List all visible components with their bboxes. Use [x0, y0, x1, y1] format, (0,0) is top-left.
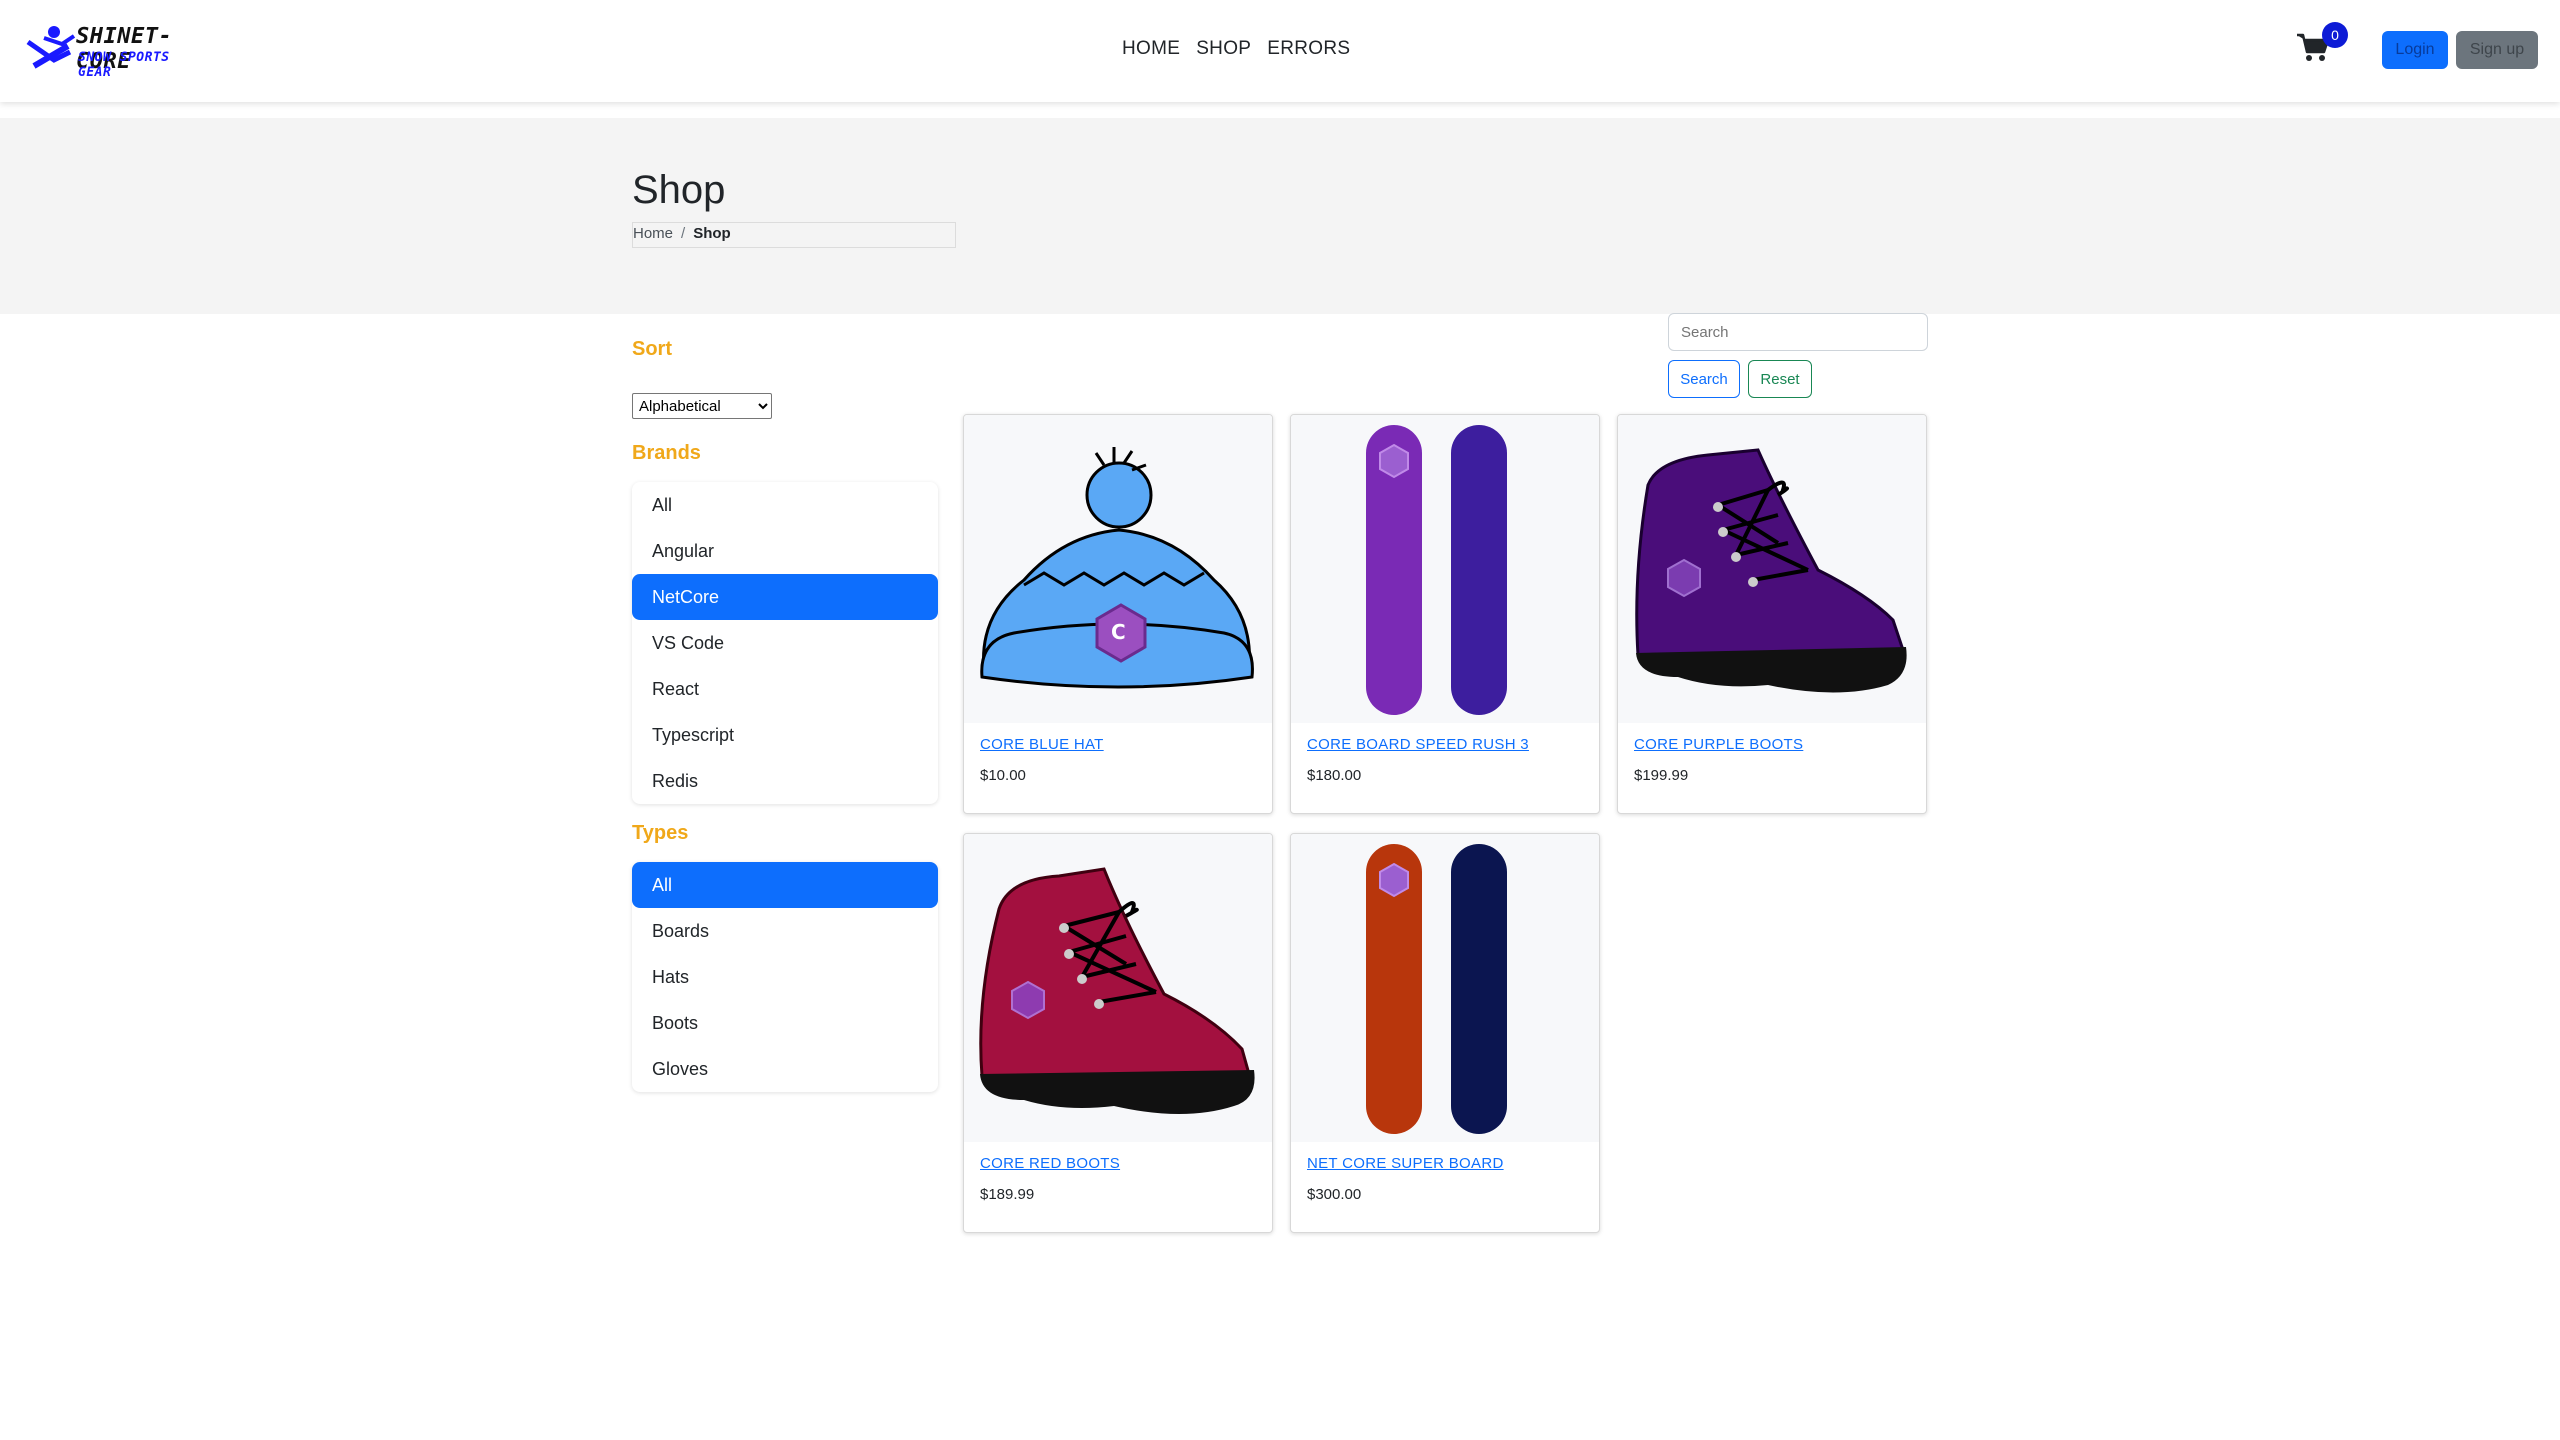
product-price: $199.99	[1634, 767, 1689, 784]
breadcrumb-current: Shop	[693, 225, 731, 242]
cart-button[interactable]: 0	[2296, 22, 2348, 72]
product-image-orange-navy-boards[interactable]	[1291, 834, 1599, 1142]
search-input[interactable]	[1668, 313, 1928, 351]
product-card[interactable]: CORE RED BOOTS $189.99	[963, 833, 1273, 1233]
product-card[interactable]: C CORE BLUE HAT $10.00	[963, 414, 1273, 814]
brand-item-react[interactable]: React	[632, 666, 938, 712]
page-header: Shop Home / Shop	[0, 118, 2560, 314]
breadcrumb: Home / Shop	[632, 222, 956, 248]
product-price: $300.00	[1307, 1186, 1362, 1203]
product-image-purple-boot[interactable]	[1618, 415, 1926, 723]
signup-button[interactable]: Sign up	[2456, 31, 2538, 69]
reset-button[interactable]: Reset	[1748, 360, 1812, 398]
product-price: $189.99	[980, 1186, 1035, 1203]
type-item-boards[interactable]: Boards	[632, 908, 938, 954]
cart-count-badge: 0	[2322, 22, 2348, 48]
product-name-link[interactable]: CORE RED BOOTS	[980, 1155, 1120, 1172]
brand-tagline: SNOW SPORTS GEAR	[78, 50, 170, 80]
type-item-all[interactable]: All	[632, 862, 938, 908]
type-item-boots[interactable]: Boots	[632, 1000, 938, 1046]
product-name-link[interactable]: NET CORE SUPER BOARD	[1307, 1155, 1504, 1172]
brands-title: Brands	[632, 442, 701, 464]
types-title: Types	[632, 822, 689, 844]
nav-home[interactable]: HOME	[1122, 38, 1180, 60]
search-button[interactable]: Search	[1668, 360, 1740, 398]
product-image-purple-boards[interactable]	[1291, 415, 1599, 723]
navbar: SHINET-CORE SNOW SPORTS GEAR HOME SHOP E…	[0, 0, 2560, 102]
sort-title: Sort	[632, 338, 672, 360]
product-price: $180.00	[1307, 767, 1362, 784]
breadcrumb-separator: /	[681, 225, 686, 242]
nav-shop[interactable]: SHOP	[1196, 38, 1251, 60]
nav-errors[interactable]: ERRORS	[1267, 38, 1350, 60]
brand-item-all[interactable]: All	[632, 482, 938, 528]
product-name-link[interactable]: CORE BLUE HAT	[980, 736, 1104, 753]
page-title: Shop	[632, 168, 726, 212]
product-card[interactable]: CORE PURPLE BOOTS $199.99	[1617, 414, 1927, 814]
brand-logo[interactable]: SHINET-CORE SNOW SPORTS GEAR	[24, 22, 204, 80]
brand-item-vscode[interactable]: VS Code	[632, 620, 938, 666]
brand-item-typescript[interactable]: Typescript	[632, 712, 938, 758]
type-item-hats[interactable]: Hats	[632, 954, 938, 1000]
product-name-link[interactable]: CORE PURPLE BOOTS	[1634, 736, 1803, 753]
skier-icon	[26, 26, 76, 69]
brand-item-angular[interactable]: Angular	[632, 528, 938, 574]
types-list: All Boards Hats Boots Gloves	[632, 862, 938, 1092]
product-name-link[interactable]: CORE BOARD SPEED RUSH 3	[1307, 736, 1529, 753]
brands-list: All Angular NetCore VS Code React Typesc…	[632, 482, 938, 804]
product-card[interactable]: NET CORE SUPER BOARD $300.00	[1290, 833, 1600, 1233]
login-button[interactable]: Login	[2382, 31, 2448, 69]
product-image-blue-hat[interactable]: C	[964, 415, 1272, 723]
product-price: $10.00	[980, 767, 1026, 784]
product-image-red-boot[interactable]	[964, 834, 1272, 1142]
breadcrumb-home[interactable]: Home	[633, 225, 673, 247]
brand-item-netcore[interactable]: NetCore	[632, 574, 938, 620]
brand-item-redis[interactable]: Redis	[632, 758, 938, 804]
type-item-gloves[interactable]: Gloves	[632, 1046, 938, 1092]
sort-select[interactable]: Alphabetical	[632, 393, 772, 419]
main-nav: HOME SHOP ERRORS	[1122, 38, 1350, 60]
svg-text:C: C	[1111, 620, 1126, 644]
product-card[interactable]: CORE BOARD SPEED RUSH 3 $180.00	[1290, 414, 1600, 814]
